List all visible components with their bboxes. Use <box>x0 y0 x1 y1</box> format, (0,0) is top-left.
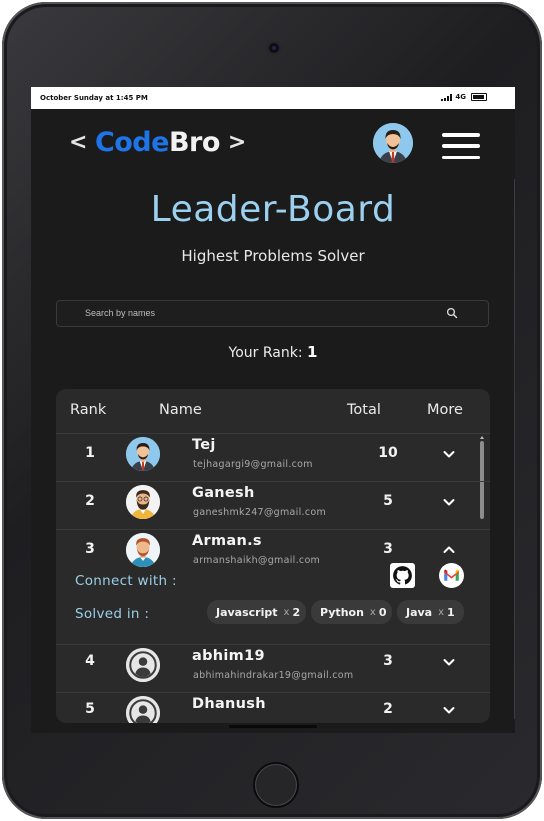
menu-line <box>442 155 480 159</box>
row-avatar <box>126 648 160 682</box>
row-avatar <box>126 533 160 567</box>
github-icon[interactable] <box>390 563 415 588</box>
logo-code-text: Code <box>94 127 170 158</box>
row-total: 2 <box>383 701 393 717</box>
menu-line <box>442 144 480 148</box>
default-user-icon <box>126 648 160 682</box>
header-total: Total <box>347 402 381 418</box>
table-row: 2 Ganesh ganeshmk247@gmail.com 5 <box>56 481 490 530</box>
row-email: ganeshmk247@gmail.com <box>193 507 327 518</box>
hamburger-menu-button[interactable] <box>442 133 480 159</box>
language-chip-java: Java x 1 <box>397 600 464 624</box>
search-bar[interactable] <box>56 300 489 327</box>
page-title: Leader-Board <box>150 189 396 230</box>
times-sign: x <box>438 606 445 618</box>
app-logo[interactable]: < Code Bro > <box>61 127 254 158</box>
connect-with-label: Connect with : <box>75 573 177 589</box>
table-header: Rank Name Total More <box>56 389 490 434</box>
chevron-down-icon[interactable] <box>442 703 456 717</box>
table-row: 1 Tej tejhagargi9@gmail.com 10 <box>56 433 490 482</box>
app-screen: October Sunday at 1:45 PM 4G < Code Bro >… <box>31 87 515 733</box>
menu-line <box>442 133 480 137</box>
table-row: 4 abhim19 abhimahindrakar19@gmail.com 3 <box>56 644 490 693</box>
row-rank: 4 <box>85 653 95 669</box>
profile-avatar[interactable] <box>373 123 413 163</box>
row-username: Tej <box>192 437 216 453</box>
battery-icon <box>471 93 487 101</box>
logo-left-bracket: < <box>69 130 87 155</box>
language-count: 1 <box>447 605 455 619</box>
header-rank: Rank <box>70 402 107 418</box>
row-total: 3 <box>383 541 393 557</box>
home-indicator[interactable] <box>229 725 317 728</box>
times-sign: x <box>369 606 376 618</box>
language-chip-python: Python x 0 <box>311 600 392 624</box>
man-red-tie-avatar-icon <box>126 437 160 471</box>
header-name: Name <box>159 402 202 418</box>
row-avatar <box>126 696 160 723</box>
row-username: abhim19 <box>192 648 265 664</box>
language-chip-javascript: Javascript x 2 <box>207 600 306 624</box>
row-avatar <box>126 437 160 471</box>
row-username: Ganesh <box>192 485 255 501</box>
chevron-down-icon[interactable] <box>442 447 456 461</box>
leaderboard-table: Rank Name Total More 1 Tej tejhagargi9@g… <box>56 389 490 723</box>
row-username: Arman.s <box>192 533 262 549</box>
row-total: 3 <box>383 653 393 669</box>
row-username: Dhanush <box>192 696 266 712</box>
signal-icon <box>441 93 453 101</box>
status-time: October Sunday at 1:45 PM <box>40 94 148 102</box>
row-email: armanshaikh@gmail.com <box>193 555 321 566</box>
language-count: 2 <box>292 605 301 619</box>
your-rank-value: 1 <box>307 343 318 361</box>
row-total: 10 <box>378 445 398 461</box>
bearded-man-avatar-icon <box>126 485 160 519</box>
status-bar: October Sunday at 1:45 PM 4G <box>31 87 515 109</box>
table-row: 5 Dhanush 2 <box>56 692 490 723</box>
row-avatar <box>126 485 160 519</box>
logo-bro-text: Bro <box>168 127 220 158</box>
front-camera <box>269 43 279 53</box>
network-type: 4G <box>455 93 466 101</box>
home-button[interactable] <box>253 762 299 808</box>
row-email: abhimahindrakar19@gmail.com <box>193 670 354 681</box>
your-rank-label: Your Rank: <box>228 345 303 361</box>
language-name: Python <box>320 605 364 619</box>
language-count: 0 <box>378 605 387 619</box>
language-name: Java <box>406 605 433 619</box>
status-indicators: 4G <box>441 93 487 101</box>
language-name: Javascript <box>216 605 278 619</box>
github-logo <box>393 566 412 585</box>
table-row-expanded: 3 Arman.s armanshaikh@gmail.com 3 Connec… <box>56 529 490 645</box>
your-rank: Your Rank: 1 <box>31 343 515 361</box>
gmail-logo <box>444 569 459 581</box>
gmail-icon[interactable] <box>439 563 464 588</box>
search-input[interactable] <box>85 305 445 321</box>
chevron-up-icon[interactable] <box>442 543 456 557</box>
row-total: 5 <box>383 493 393 509</box>
man-beard-avatar-icon <box>126 533 160 567</box>
chevron-down-icon[interactable] <box>442 655 456 669</box>
man-avatar-icon <box>373 123 413 163</box>
header-more: More <box>427 402 463 418</box>
logo-right-bracket: > <box>227 130 246 155</box>
row-rank: 2 <box>85 493 95 509</box>
row-rank: 1 <box>85 445 95 461</box>
row-rank: 5 <box>85 701 95 717</box>
row-rank: 3 <box>85 541 95 557</box>
times-sign: x <box>283 606 290 618</box>
row-email: tejhagargi9@gmail.com <box>193 459 313 470</box>
search-icon[interactable] <box>446 307 458 319</box>
solved-in-label: Solved in : <box>75 606 150 622</box>
page-subtitle: Highest Problems Solver <box>181 247 365 265</box>
chevron-down-icon[interactable] <box>442 495 456 509</box>
default-user-icon <box>126 696 160 723</box>
